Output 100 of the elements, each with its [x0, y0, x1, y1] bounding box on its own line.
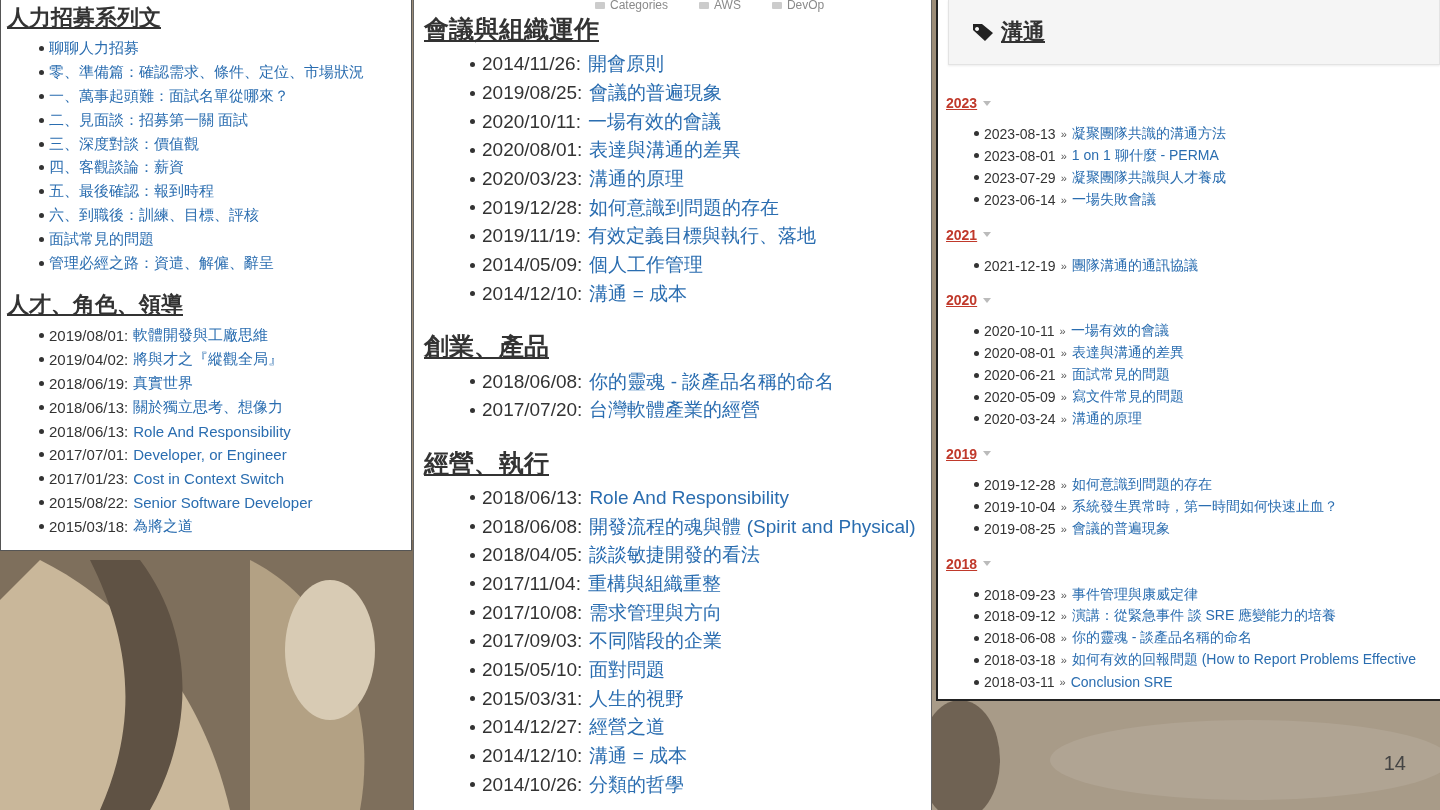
post-link[interactable]: 面對問題 [589, 657, 666, 684]
nav-link[interactable]: AWS [714, 0, 741, 11]
post-link[interactable]: 表達與溝通的差異 [1071, 344, 1184, 363]
bullet-icon [974, 394, 979, 400]
bullet-icon [974, 679, 979, 685]
bullet-icon [470, 90, 475, 96]
post-link[interactable]: Conclusion SRE [1070, 674, 1173, 691]
separator-text: » [1060, 149, 1067, 162]
bullet-icon [470, 638, 475, 644]
post-link[interactable]: 四、客觀談論：薪資 [49, 158, 184, 178]
bullet-icon [974, 131, 979, 137]
post-link[interactable]: 經營之道 [589, 714, 666, 741]
post-link[interactable]: 1 on 1 聊什麼 - PERMA [1071, 146, 1219, 165]
year-link[interactable]: 2023 [946, 95, 978, 111]
post-link[interactable]: 管理必經之路：資遣、解僱、辭呈 [49, 253, 274, 273]
post-link[interactable]: 一、萬事起頭難：面試名單從哪來？ [49, 87, 289, 106]
post-link[interactable]: 五、最後確認：報到時程 [49, 182, 214, 202]
post-date: 2018-03-18 [984, 652, 1056, 669]
post-link[interactable]: 演講：從緊急事件 談 SRE 應變能力的培養 [1071, 607, 1337, 626]
post-date: 2015/03/31: [482, 687, 583, 710]
nav-icon[interactable] [770, 1, 783, 10]
year-link[interactable]: 2018 [946, 555, 978, 572]
post-link[interactable]: 六、到職後：訓練、目標、評核 [49, 205, 259, 225]
post-link[interactable]: 分類的哲學 [589, 771, 685, 798]
post-link[interactable]: 個人工作管理 [589, 252, 704, 279]
nav-icon[interactable] [594, 1, 606, 10]
post-link[interactable]: 一場有效的會議 [587, 108, 721, 135]
year-link[interactable]: 2021 [946, 226, 978, 243]
caret-icon[interactable] [983, 451, 992, 457]
post-link[interactable]: 表達與溝通的差異 [589, 137, 742, 164]
post-date: 2019/08/25: [482, 82, 583, 105]
post-link[interactable]: 不同階段的企業 [589, 628, 723, 655]
post-link[interactable]: 你的靈魂 - 談產品名稱的命名 [589, 368, 835, 395]
post-link[interactable]: 團隊溝通的通訊協議 [1071, 256, 1198, 275]
bullet-icon [470, 724, 475, 730]
post-link[interactable]: 如何意識到問題的存在 [1071, 475, 1212, 494]
post-link[interactable]: 面試常見的問題 [1071, 366, 1170, 385]
post-link[interactable]: 面試常見的問題 [49, 229, 154, 249]
year-link[interactable]: 2020 [946, 292, 978, 309]
post-link[interactable]: 寫文件常見的問題 [1071, 388, 1184, 407]
post-link[interactable]: 你的靈魂 - 談產品名稱的命名 [1071, 629, 1253, 648]
post-date: 2020-05-09 [984, 389, 1056, 406]
post-link[interactable]: 真實世界 [133, 373, 194, 393]
post-link[interactable]: 將與才之『縱觀全局』 [133, 350, 284, 370]
post-link[interactable]: 溝通 = 成本 [589, 280, 688, 307]
post-link[interactable]: 需求管理與方向 [589, 599, 723, 626]
tag-title[interactable]: 溝通 [1001, 17, 1045, 47]
post-link[interactable]: Role And Responsibility [589, 486, 789, 509]
post-link[interactable]: 事件管理與康威定律 [1071, 585, 1198, 604]
post-date: 2018/06/13: [49, 398, 129, 416]
nav-link[interactable]: Categories [610, 0, 669, 11]
post-date: 2014/12/10: [482, 745, 583, 768]
post-link[interactable]: 三、深度對談：價值觀 [49, 134, 199, 154]
post-link[interactable]: 會議的普遍現象 [589, 80, 723, 107]
post-date: 2014/11/26: [482, 53, 581, 76]
bullet-icon [39, 452, 44, 458]
post-link[interactable]: 人生的視野 [589, 685, 685, 712]
nav-icon[interactable] [698, 1, 711, 10]
post-date: 2015/03/18: [49, 517, 129, 535]
post-link[interactable]: 溝通的原理 [1071, 409, 1142, 428]
post-link[interactable]: 為將之道 [133, 516, 194, 536]
post-link[interactable]: 軟體開發與工廠思維 [133, 326, 269, 346]
post-link[interactable]: 溝通 = 成本 [589, 743, 688, 770]
bullet-icon [974, 657, 979, 663]
bullet-icon [974, 175, 979, 181]
post-date: 2018-06-08 [984, 630, 1056, 647]
post-link[interactable]: 台灣軟體產業的經營 [589, 397, 761, 424]
post-link[interactable]: 系統發生異常時，第一時間如何快速止血？ [1071, 497, 1338, 516]
year-link[interactable]: 2019 [946, 445, 978, 462]
post-link[interactable]: 凝聚團隊共識的溝通方法 [1071, 124, 1226, 143]
post-link[interactable]: 有效定義目標與執行、落地 [587, 223, 816, 250]
caret-icon[interactable] [983, 100, 992, 106]
post-link[interactable]: 開會原則 [587, 51, 664, 78]
post-link[interactable]: Role And Responsibility [133, 422, 291, 440]
post-link[interactable]: Cost in Context Switch [133, 470, 285, 488]
nav-link[interactable]: DevOp [786, 0, 825, 11]
caret-icon[interactable] [983, 232, 992, 238]
post-link[interactable]: 關於獨立思考、想像力 [133, 397, 284, 417]
post-link[interactable]: 談談敏捷開發的看法 [589, 542, 761, 569]
post-link[interactable]: 重構與組織重整 [587, 570, 721, 597]
slide-number: 14 [1383, 752, 1406, 775]
post-link[interactable]: 一場失敗會議 [1071, 190, 1156, 209]
post-link[interactable]: 凝聚團隊共識與人才養成 [1071, 168, 1226, 187]
post-link[interactable]: 零、準備篇：確認需求、條件、定位、市場狀況 [49, 63, 364, 83]
post-link[interactable]: 二、見面談：招募第一關 面試 [49, 110, 249, 130]
post-date: 2018/06/13: [49, 422, 129, 440]
caret-icon[interactable] [983, 561, 992, 567]
post-link[interactable]: 如何有效的回報問題 (How to Report Problems Effective [1071, 651, 1417, 670]
post-link[interactable]: 會議的普遍現象 [1071, 519, 1170, 538]
separator-text: » [1060, 127, 1067, 140]
post-link[interactable]: 開發流程的魂與體 (Spirit and Physical) [589, 513, 916, 540]
post-link[interactable]: Senior Software Developer [133, 493, 313, 511]
post-link[interactable]: 一場有效的會議 [1070, 322, 1169, 341]
post-link[interactable]: 如何意識到問題的存在 [589, 194, 780, 221]
post-date: 2023-07-29 [984, 169, 1056, 186]
post-link[interactable]: Developer, or Engineer [133, 446, 287, 464]
post-link[interactable]: 溝通的原理 [589, 166, 685, 193]
caret-icon[interactable] [983, 297, 992, 303]
bullet-icon [39, 357, 44, 363]
post-link[interactable]: 聊聊人力招募 [49, 39, 139, 59]
